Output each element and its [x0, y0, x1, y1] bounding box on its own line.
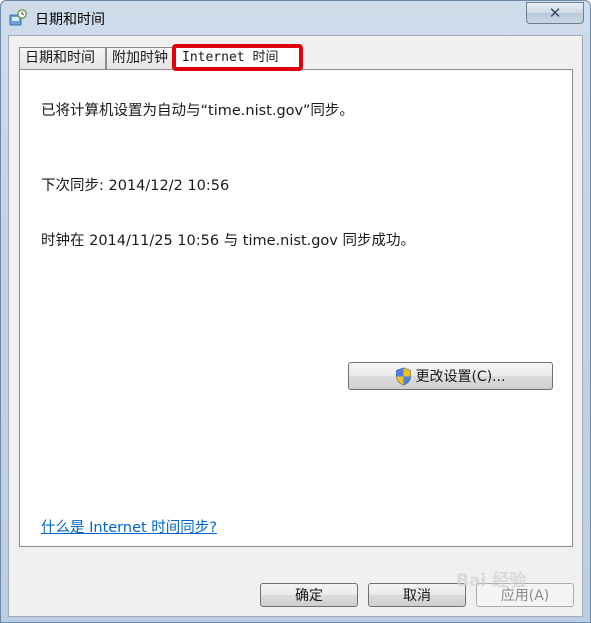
tab-additional-clocks[interactable]: 附加时钟 [106, 47, 175, 70]
dialog-client-area: 日期和时间 附加时钟 Internet 时间 已将计算机设置为自动与“time.… [8, 35, 583, 617]
date-time-dialog: 日期和时间 ✕ 日期和时间 附加时钟 Internet 时间 已将计算机设置为自… [0, 0, 591, 623]
clock-globe-icon [9, 9, 27, 26]
apply-button[interactable]: 应用(A) [476, 583, 574, 607]
change-settings-label: 更改设置(C)... [415, 369, 506, 385]
sync-status-text: 已将计算机设置为自动与“time.nist.gov”同步。 [41, 103, 354, 119]
internet-time-help-link[interactable]: 什么是 Internet 时间同步? [41, 516, 217, 537]
last-sync-text: 时钟在 2014/11/25 10:56 与 time.nist.gov 同步成… [41, 233, 415, 249]
tab-internet-time[interactable]: Internet 时间 [172, 44, 303, 71]
uac-shield-icon [396, 367, 412, 385]
window-title: 日期和时间 [35, 12, 105, 28]
close-button[interactable]: ✕ [526, 2, 584, 24]
tab-date-and-time[interactable]: 日期和时间 [19, 47, 106, 70]
close-icon: ✕ [548, 4, 562, 22]
change-settings-button[interactable]: 更改设置(C)... [348, 362, 553, 390]
internet-time-panel: 已将计算机设置为自动与“time.nist.gov”同步。 下次同步: 2014… [19, 69, 573, 547]
next-sync-text: 下次同步: 2014/12/2 10:56 [41, 178, 230, 194]
ok-button[interactable]: 确定 [260, 583, 358, 607]
cancel-button[interactable]: 取消 [368, 583, 466, 607]
title-bar[interactable]: 日期和时间 ✕ [1, 1, 590, 35]
